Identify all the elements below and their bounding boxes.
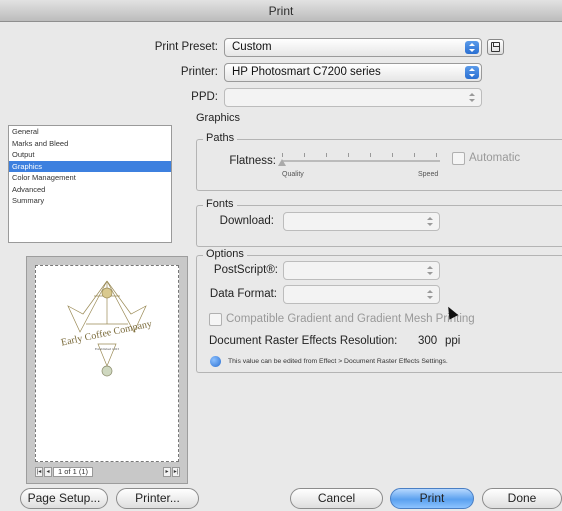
artwork-thumbnail: Early Coffee Company Established 1923 <box>60 280 153 377</box>
postscript-select[interactable] <box>283 261 440 280</box>
last-page-icon[interactable]: ▸| <box>172 467 180 478</box>
cancel-button[interactable]: Cancel <box>290 488 383 509</box>
slider-thumb[interactable] <box>278 159 286 166</box>
page-setup-button[interactable]: Page Setup... <box>20 488 108 509</box>
print-preview: Early Coffee Company Established 1923 |◂… <box>26 256 188 484</box>
download-label: Download: <box>219 215 274 227</box>
chevron-updown-icon <box>465 91 479 104</box>
flatness-label: Flatness: <box>229 155 276 167</box>
first-page-icon[interactable]: |◂ <box>35 467 43 478</box>
save-preset-icon[interactable] <box>487 39 504 55</box>
options-legend: Options <box>203 248 247 260</box>
flatness-slider[interactable] <box>278 150 442 166</box>
compatible-gradient-label: Compatible Gradient and Gradient Mesh Pr… <box>226 313 475 325</box>
print-preset-label: Print Preset: <box>154 41 218 53</box>
speed-label: Speed <box>418 171 439 178</box>
chevron-updown-icon <box>423 264 437 277</box>
data-format-select[interactable] <box>283 285 440 304</box>
window-title: Print <box>0 0 562 22</box>
paths-legend: Paths <box>203 132 238 144</box>
preview-pager: |◂ ◂ 1 of 1 (1) ▸ ▸| <box>35 467 181 479</box>
print-preset-value: Custom <box>232 41 272 53</box>
printer-value: HP Photosmart C7200 series <box>232 66 381 78</box>
print-dialog: Print Preset: Custom Printer: HP Photosm… <box>0 22 562 511</box>
fonts-legend: Fonts <box>203 198 237 210</box>
postscript-label: PostScript®: <box>213 264 278 276</box>
ppd-select[interactable] <box>224 88 482 107</box>
printer-label: Printer: <box>180 66 218 78</box>
section-item-marks-and-bleed[interactable]: Marks and Bleed <box>9 138 171 150</box>
prev-page-icon[interactable]: ◂ <box>44 467 52 478</box>
raster-resolution-label: Document Raster Effects Resolution: <box>209 335 398 347</box>
raster-note: This value can be edited from Effect > D… <box>228 358 448 365</box>
raster-resolution-unit: ppi <box>445 335 461 347</box>
quality-label: Quality <box>282 171 304 178</box>
automatic-label: Automatic <box>469 152 521 164</box>
section-item-advanced[interactable]: Advanced <box>9 184 171 196</box>
data-format-label: Data Format: <box>209 288 277 300</box>
raster-resolution-value: 300 <box>418 335 438 347</box>
print-preset-select[interactable]: Custom <box>224 38 482 57</box>
printer-button[interactable]: Printer... <box>116 488 199 509</box>
download-select[interactable] <box>283 212 440 231</box>
printer-select[interactable]: HP Photosmart C7200 series <box>224 63 482 82</box>
section-item-color-management[interactable]: Color Management <box>9 172 171 184</box>
chevron-updown-icon <box>465 66 479 79</box>
section-item-output[interactable]: Output <box>9 149 171 161</box>
info-icon <box>210 356 221 367</box>
section-item-general[interactable]: General <box>9 126 171 138</box>
graphics-section-title: Graphics <box>196 112 241 124</box>
compatible-gradient-checkbox[interactable] <box>209 313 222 326</box>
chevron-updown-icon <box>423 215 437 228</box>
print-button[interactable]: Print <box>390 488 474 509</box>
preview-page: Early Coffee Company Established 1923 <box>35 265 179 462</box>
page-count: 1 of 1 (1) <box>53 467 94 478</box>
section-list[interactable]: General Marks and Bleed Output Graphics Colo… <box>8 125 172 243</box>
done-button[interactable]: Done <box>482 488 562 509</box>
automatic-checkbox[interactable] <box>452 152 465 165</box>
ppd-label: PPD: <box>191 91 218 103</box>
chevron-updown-icon <box>465 41 479 54</box>
section-item-graphics[interactable]: Graphics <box>9 160 171 172</box>
section-item-summary[interactable]: Summary <box>9 195 171 207</box>
next-page-icon[interactable]: ▸ <box>163 467 171 478</box>
artwork-subtext: Established 1923 <box>95 347 119 351</box>
chevron-updown-icon <box>423 288 437 301</box>
